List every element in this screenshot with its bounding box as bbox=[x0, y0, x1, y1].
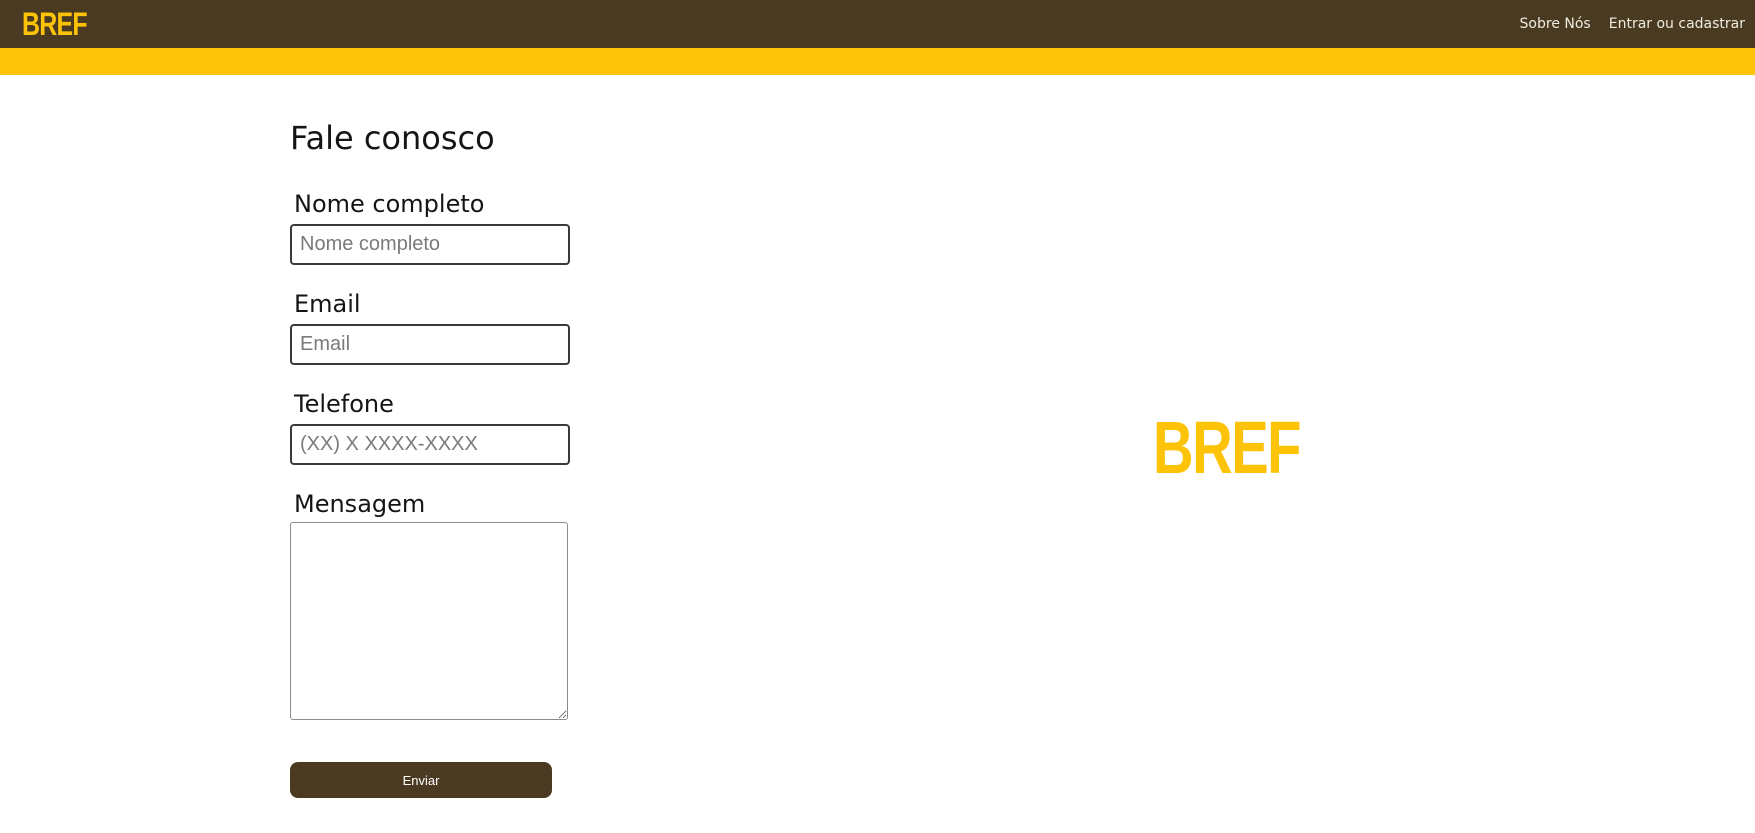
page-title: Fale conosco bbox=[290, 119, 495, 157]
message-label: Mensagem bbox=[294, 490, 426, 518]
submit-button[interactable]: Enviar bbox=[290, 762, 552, 798]
accent-stripe bbox=[0, 48, 1755, 75]
nav-link-login-register[interactable]: Entrar ou cadastrar bbox=[1609, 16, 1745, 32]
email-input[interactable] bbox=[290, 324, 570, 365]
top-nav: Sobre Nós Entrar ou cadastrar bbox=[1520, 0, 1745, 48]
email-label: Email bbox=[294, 290, 361, 318]
header-logo[interactable]: BREF bbox=[22, 4, 88, 44]
brand-logo: BREF bbox=[1153, 406, 1302, 489]
message-textarea[interactable] bbox=[290, 522, 568, 720]
phone-input[interactable] bbox=[290, 424, 570, 465]
name-input[interactable] bbox=[290, 224, 570, 265]
phone-label: Telefone bbox=[294, 390, 394, 418]
nav-link-about[interactable]: Sobre Nós bbox=[1520, 16, 1591, 32]
name-label: Nome completo bbox=[294, 190, 485, 218]
top-navbar: BREF Sobre Nós Entrar ou cadastrar bbox=[0, 0, 1755, 48]
